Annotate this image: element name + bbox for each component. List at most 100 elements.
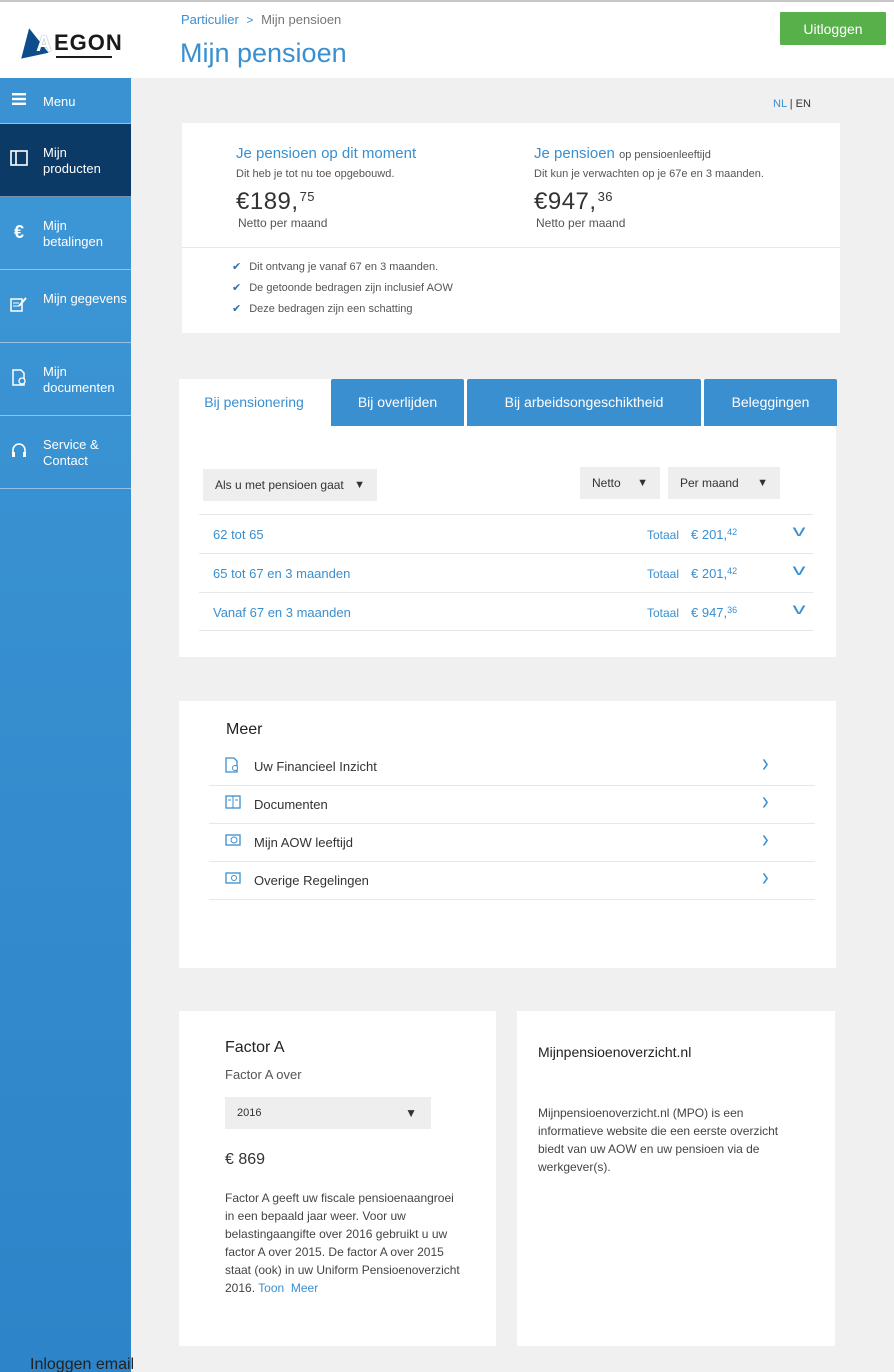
chevron-right-icon: ›: [762, 749, 769, 779]
check-list: ✔ Dit ontvang je vanaf 67 en 3 maanden. ✔…: [232, 257, 453, 320]
footer-fragment: Inloggen email: [30, 1356, 135, 1372]
period-dropdown[interactable]: Per maand ▼: [668, 467, 780, 499]
sidebar-item-label: Mijn gegevens: [43, 291, 127, 306]
sidebar-item-label: Mijn documenten: [43, 364, 115, 395]
toon-meer-link[interactable]: Toon Meer: [258, 1281, 318, 1295]
scenario-dropdown[interactable]: Als u met pensioen gaat ▼: [203, 469, 377, 501]
expected-pension-amount: €947,36: [534, 188, 614, 215]
breadcrumb-current: Mijn pensioen: [261, 12, 342, 27]
check-item: ✔ Dit ontvang je vanaf 67 en 3 maanden.: [232, 261, 439, 273]
factor-a-title: Factor A: [225, 1039, 285, 1056]
tab-content: Als u met pensioen gaat ▼ Netto ▼ Per maan…: [179, 431, 836, 657]
chevron-down-icon: ▼: [757, 477, 768, 489]
factor-a-card: Factor A Factor A over 2016 ▼ € 869 Facto…: [179, 1011, 496, 1346]
period-label: 65 tot 67 en 3 maanden: [213, 566, 351, 581]
hamburger-icon: [10, 92, 28, 110]
mpo-title: Mijnpensioenoverzicht.nl: [538, 1044, 692, 1060]
mpo-card: Mijnpensioenoverzicht.nl Mijnpensioenove…: [517, 1011, 835, 1346]
expected-pension-block: Je pensioen op pensioenleeftijd Dit kun …: [534, 145, 764, 230]
expected-pension-heading: Je pensioen op pensioenleeftijd: [534, 145, 711, 162]
meer-item-label: Documenten: [254, 797, 328, 812]
period-amount: € 201,42: [691, 566, 738, 581]
period-label: 62 tot 65: [213, 527, 264, 542]
meer-item-financieel-inzicht[interactable]: Uw Financieel Inzicht ›: [209, 748, 815, 786]
top-bar: A EGON Particulier > Mijn pensioen Mijn …: [0, 0, 894, 78]
expected-pension-note: Netto per maand: [536, 216, 626, 230]
meer-item-label: Mijn AOW leeftijd: [254, 835, 353, 850]
sidebar-item-producten[interactable]: Mijn producten: [0, 124, 131, 197]
clock-card-icon: [225, 833, 241, 848]
year-dropdown[interactable]: 2016 ▼: [225, 1097, 431, 1129]
scenario-tabs-panel: Bij pensionering Bij overlijden Bij arbe…: [179, 379, 837, 657]
lang-en-link[interactable]: EN: [796, 98, 811, 110]
sidebar-item-menu[interactable]: Menu: [0, 78, 131, 124]
open-book-icon: [225, 795, 241, 810]
chevron-right-icon: ›: [762, 787, 769, 817]
period-row[interactable]: Vanaf 67 en 3 maanden Totaal € 947,36 v: [199, 592, 813, 631]
sidebar-item-betalingen[interactable]: € Mijn betalingen: [0, 197, 131, 270]
language-switch: NL | EN: [773, 98, 811, 110]
total-label: Totaal: [647, 567, 680, 581]
expand-chevron-icon[interactable]: v: [793, 523, 806, 541]
lang-nl-link[interactable]: NL: [773, 98, 787, 110]
factor-a-description: Factor A geeft uw fiscale pensioenaangro…: [225, 1191, 460, 1295]
checkmark-icon: ✔: [232, 261, 242, 273]
factor-a-over-label: Factor A over: [225, 1067, 302, 1082]
meer-title: Meer: [226, 721, 263, 738]
meer-item-documenten[interactable]: Documenten ›: [209, 786, 815, 824]
logo-underline: [56, 56, 112, 58]
current-pension-heading: Je pensioen op dit moment: [236, 145, 417, 162]
divider: [182, 247, 840, 248]
period-label: Vanaf 67 en 3 maanden: [213, 605, 351, 620]
checkmark-icon: ✔: [232, 303, 242, 315]
pension-summary-card: Je pensioen op dit moment Dit heb je tot…: [182, 123, 840, 333]
meer-card: Meer Uw Financieel Inzicht › Documenten …: [179, 701, 836, 968]
financial-doc-icon: [225, 757, 240, 773]
tab-bij-arbeidsongeschiktheid[interactable]: Bij arbeidsongeschiktheid: [467, 379, 701, 426]
sidebar-item-documenten[interactable]: Mijn documenten: [0, 343, 131, 416]
tab-bij-pensionering[interactable]: Bij pensionering: [179, 379, 329, 426]
sidebar: Menu Mijn producten € Mijn betalingen Mi…: [0, 78, 131, 1372]
check-item: ✔ Deze bedragen zijn een schatting: [232, 303, 413, 315]
sidebar-item-service-contact[interactable]: Service & Contact: [0, 416, 131, 489]
checkmark-icon: ✔: [232, 282, 242, 294]
edit-form-icon: [10, 296, 28, 314]
breadcrumb: Particulier > Mijn pensioen: [181, 12, 341, 27]
chevron-down-icon: ▼: [405, 1106, 417, 1120]
factor-a-value: € 869: [225, 1151, 266, 1168]
sidebar-item-gegevens[interactable]: Mijn gegevens: [0, 270, 131, 343]
check-item: ✔ De getoonde bedragen zijn inclusief AOW: [232, 282, 453, 294]
document-icon: [10, 369, 28, 387]
chevron-down-icon: ▼: [637, 477, 648, 489]
breadcrumb-root[interactable]: Particulier: [181, 12, 239, 27]
sidebar-item-label: Menu: [43, 94, 76, 109]
chevron-right-icon: ›: [762, 863, 769, 893]
euro-icon: €: [13, 222, 24, 242]
aegon-logo[interactable]: A EGON: [15, 25, 122, 60]
breadcrumb-separator: >: [246, 13, 254, 27]
expand-chevron-icon[interactable]: v: [793, 601, 806, 619]
tab-beleggingen[interactable]: Beleggingen: [704, 379, 837, 426]
period-row[interactable]: 65 tot 67 en 3 maanden Totaal € 201,42 v: [199, 553, 813, 592]
meer-item-aow-leeftijd[interactable]: Mijn AOW leeftijd ›: [209, 824, 815, 862]
total-label: Totaal: [647, 606, 680, 620]
logout-button[interactable]: Uitloggen: [780, 12, 886, 45]
meer-item-label: Overige Regelingen: [254, 873, 369, 888]
meer-item-overige-regelingen[interactable]: Overige Regelingen ›: [209, 862, 815, 900]
card-icon: [225, 871, 241, 886]
current-pension-note: Netto per maand: [238, 216, 328, 230]
expand-chevron-icon[interactable]: v: [793, 562, 806, 580]
tab-bij-overlijden[interactable]: Bij overlijden: [331, 379, 464, 426]
current-pension-sub: Dit heb je tot nu toe opgebouwd.: [236, 168, 395, 180]
expected-pension-sub: Dit kun je verwachten op je 67e en 3 maa…: [534, 168, 764, 180]
period-row[interactable]: 62 tot 65 Totaal € 201,42 v: [199, 514, 813, 553]
logo-text: EGON: [54, 30, 123, 55]
total-label: Totaal: [647, 528, 680, 542]
current-pension-block: Je pensioen op dit moment Dit heb je tot…: [236, 145, 416, 230]
sidebar-item-label: Service & Contact: [43, 437, 99, 468]
netto-dropdown[interactable]: Netto ▼: [580, 467, 660, 499]
current-pension-amount: €189,75: [236, 188, 316, 215]
meer-item-label: Uw Financieel Inzicht: [254, 759, 377, 774]
logo-letter: A: [36, 31, 52, 56]
period-amount: € 947,36: [691, 605, 738, 620]
